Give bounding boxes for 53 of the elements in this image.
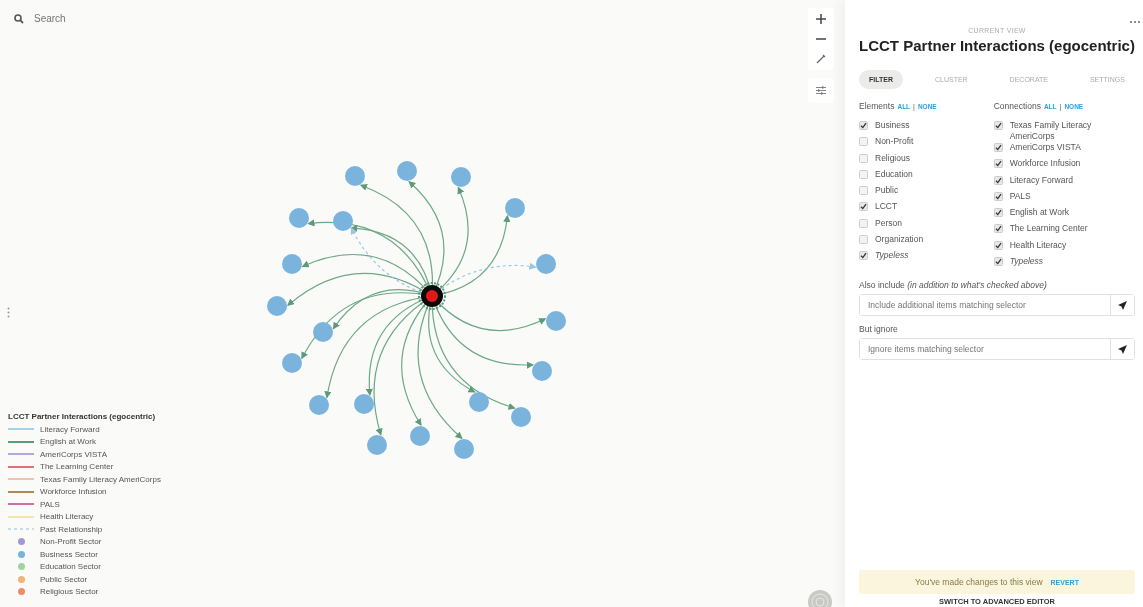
fingerprint-icon [808, 590, 832, 607]
legend-label: Religious Sector [40, 587, 99, 597]
selector-field[interactable]: Include additional items matching selector [859, 294, 1135, 317]
checkbox-label: PALS [1009, 190, 1032, 202]
checkbox-label: Education [875, 168, 914, 180]
legend-label: The Learning Center [40, 462, 114, 472]
legend-title: LCCT Partner Interactions (egocentric) [8, 412, 157, 421]
zoom-in-icon[interactable] [816, 14, 826, 24]
legend-label: Health Literacy [40, 512, 94, 522]
checkbox-label: Literacy Forward [1009, 174, 1074, 186]
view-title: LCCT Partner Interactions (egocentric) [859, 37, 1135, 54]
checkbox-label: Non-Profit [875, 136, 915, 148]
checkbox-label: Texas Family Literacy AmeriCorps [1009, 120, 1093, 142]
search-field[interactable]: Search [32, 12, 156, 25]
apply-button[interactable] [1110, 339, 1134, 360]
notice-text: You've made changes to this view [915, 577, 1043, 587]
checkbox-label: Typeless [1009, 256, 1045, 268]
rocket-icon [1118, 344, 1127, 354]
legend-label: English at Work [40, 437, 96, 447]
checkbox-label: Typeless [875, 250, 910, 262]
selector-field[interactable]: Ignore items matching selector [859, 338, 1135, 361]
column-heading: Elements [859, 101, 895, 111]
legend-label: Texas Family Literacy AmeriCorps [40, 474, 161, 484]
legend-label: Literacy Forward [40, 424, 100, 434]
checkbox-label: Religious [875, 152, 911, 164]
wand-icon[interactable] [816, 54, 826, 64]
drag-handle-icon[interactable] [7, 307, 10, 318]
legend-label: Business Sector [40, 549, 98, 559]
checkbox-label: AmeriCorps VISTA [1009, 142, 1082, 153]
legend-label: AmeriCorps VISTA [40, 449, 107, 459]
rocket-icon [1118, 300, 1127, 310]
legend-label: Past Relationship [40, 524, 103, 534]
checkbox-label: Health Literacy [1009, 239, 1068, 251]
field-label: Also include (in addition to what's checked above) [859, 280, 1048, 291]
sliders-icon[interactable] [816, 86, 826, 95]
checkbox-label: Workforce Infusion [1009, 158, 1082, 170]
checkbox-label: The Learning Center [1009, 223, 1089, 235]
checkbox-label: Business [875, 120, 911, 131]
legend-label: PALS [40, 499, 60, 509]
search-icon [14, 13, 24, 24]
apply-button[interactable] [1110, 295, 1134, 316]
checkbox-label: English at Work [1009, 207, 1070, 219]
legend-label: Education Sector [40, 562, 101, 572]
legend-label: Public Sector [40, 574, 88, 584]
legend-label: Workforce Infusion [40, 487, 107, 497]
checkbox-label: Public [875, 185, 900, 197]
column-heading: Connections [993, 101, 1041, 111]
checkbox[interactable] [859, 121, 868, 130]
field-label: But ignore [859, 324, 899, 335]
checkbox-label: Organization [875, 234, 925, 246]
checkbox-label: Person [875, 217, 903, 229]
legend-label: Non-Profit Sector [40, 537, 102, 547]
checkbox-label: LCCT [875, 201, 899, 213]
